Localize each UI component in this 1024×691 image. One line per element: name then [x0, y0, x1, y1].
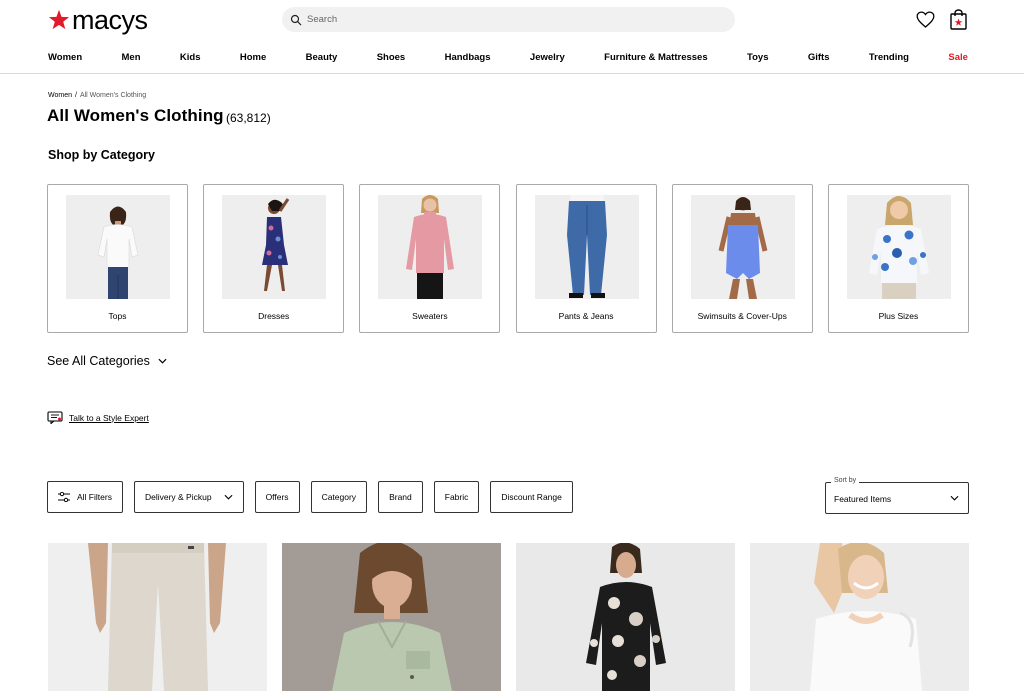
- search-icon: [290, 14, 302, 25]
- category-label-pants-jeans: Pants & Jeans: [558, 311, 614, 321]
- sort-by-value: Featured Items: [834, 494, 892, 504]
- product-image-beige-pants: [48, 543, 267, 691]
- macys-logo[interactable]: macys: [48, 6, 148, 34]
- result-count: (63,812): [226, 111, 271, 125]
- product-image-white-top: [750, 543, 969, 691]
- product-image-trench-jacket: [282, 543, 501, 691]
- discount-range-filter-button[interactable]: Discount Range: [490, 481, 573, 513]
- product-card[interactable]: [750, 543, 969, 691]
- category-card-dresses[interactable]: Dresses: [203, 184, 345, 333]
- shopping-bag-icon[interactable]: [950, 9, 967, 30]
- product-card[interactable]: [516, 543, 735, 691]
- shop-by-category-heading: Shop by Category: [48, 148, 155, 162]
- all-filters-button[interactable]: All Filters: [47, 481, 123, 513]
- chat-icon: [47, 411, 63, 424]
- nav-item-sale[interactable]: Sale: [948, 52, 968, 66]
- all-filters-label: All Filters: [77, 492, 112, 502]
- sweaters-image: [378, 195, 483, 299]
- chevron-down-icon: [158, 358, 167, 364]
- nav-item-furniture-mattresses[interactable]: Furniture & Mattresses: [604, 52, 707, 66]
- delivery-pickup-dropdown[interactable]: Delivery & Pickup: [133, 481, 244, 513]
- filter-bar: All Filters Delivery & Pickup Offers Cat…: [47, 481, 573, 513]
- style-expert-link[interactable]: Talk to a Style Expert: [47, 411, 149, 424]
- nav-item-toys[interactable]: Toys: [747, 52, 768, 66]
- nav-item-men[interactable]: Men: [122, 52, 141, 66]
- tops-image: [66, 195, 170, 299]
- category-label-dresses: Dresses: [258, 311, 290, 321]
- page-title: All Women's Clothing: [47, 106, 224, 125]
- offers-filter-button[interactable]: Offers: [254, 481, 300, 513]
- category-card-plus-sizes[interactable]: Plus Sizes: [827, 184, 969, 333]
- main-nav: Women Men Kids Home Beauty Shoes Handbag…: [48, 52, 968, 66]
- category-label: Category: [321, 492, 357, 502]
- offers-label: Offers: [265, 492, 289, 502]
- brand-filter-button[interactable]: Brand: [378, 481, 423, 513]
- breadcrumb-separator: /: [75, 92, 77, 99]
- category-card-sweaters[interactable]: Sweaters: [359, 184, 501, 333]
- nav-item-gifts[interactable]: Gifts: [808, 52, 830, 66]
- fabric-filter-button[interactable]: Fabric: [433, 481, 480, 513]
- delivery-pickup-label: Delivery & Pickup: [144, 492, 212, 502]
- sort-by-select[interactable]: Sort by Featured Items: [825, 477, 969, 514]
- chevron-down-icon: [950, 495, 959, 501]
- star-icon: [48, 9, 70, 30]
- chevron-down-icon: [224, 494, 233, 500]
- nav-item-beauty[interactable]: Beauty: [306, 52, 338, 66]
- swimsuits-image: [690, 195, 795, 299]
- search-bar[interactable]: [282, 7, 735, 32]
- fabric-label: Fabric: [444, 492, 469, 502]
- breadcrumb-women-link[interactable]: Women: [48, 92, 72, 99]
- product-image-floral-dress: [516, 543, 735, 691]
- dresses-image: [222, 195, 327, 299]
- nav-item-kids[interactable]: Kids: [180, 52, 201, 66]
- heart-icon[interactable]: [916, 11, 935, 28]
- nav-item-jewelry[interactable]: Jewelry: [530, 52, 565, 66]
- nav-item-trending[interactable]: Trending: [869, 52, 909, 66]
- category-card-pants-jeans[interactable]: Pants & Jeans: [515, 184, 657, 333]
- see-all-categories-label: See All Categories: [47, 354, 150, 368]
- category-label-plus-sizes: Plus Sizes: [878, 311, 919, 321]
- discount-range-label: Discount Range: [501, 492, 562, 502]
- nav-item-handbags[interactable]: Handbags: [445, 52, 491, 66]
- category-label-tops: Tops: [108, 311, 127, 321]
- product-card[interactable]: [282, 543, 501, 691]
- search-input[interactable]: [307, 14, 707, 25]
- category-label-swimsuits-cover-ups: Swimsuits & Cover-Ups: [697, 311, 787, 321]
- brand-label: Brand: [389, 492, 412, 502]
- see-all-categories-toggle[interactable]: See All Categories: [47, 354, 167, 368]
- category-cards: Tops Dresses Sweaters Pants & Jeans Swim…: [47, 184, 969, 333]
- sort-by-label: Sort by: [831, 477, 860, 484]
- nav-item-shoes[interactable]: Shoes: [377, 52, 406, 66]
- style-expert-label[interactable]: Talk to a Style Expert: [69, 413, 149, 423]
- product-grid: [48, 543, 969, 691]
- category-label-sweaters: Sweaters: [412, 311, 448, 321]
- category-card-swimsuits-cover-ups[interactable]: Swimsuits & Cover-Ups: [671, 184, 813, 333]
- pants-jeans-image: [534, 195, 639, 299]
- product-card[interactable]: [48, 543, 267, 691]
- breadcrumb: Women / All Women's Clothing: [48, 92, 146, 99]
- category-card-tops[interactable]: Tops: [47, 184, 188, 333]
- logo-wordmark: macys: [72, 4, 148, 35]
- sliders-icon: [58, 492, 70, 502]
- plus-sizes-image: [846, 195, 951, 299]
- nav-item-women[interactable]: Women: [48, 52, 82, 66]
- site-header: macys Women Men Kids Home Beauty Shoes H…: [0, 0, 1024, 74]
- nav-item-home[interactable]: Home: [240, 52, 266, 66]
- breadcrumb-current: All Women's Clothing: [79, 92, 147, 99]
- category-filter-button[interactable]: Category: [310, 481, 368, 513]
